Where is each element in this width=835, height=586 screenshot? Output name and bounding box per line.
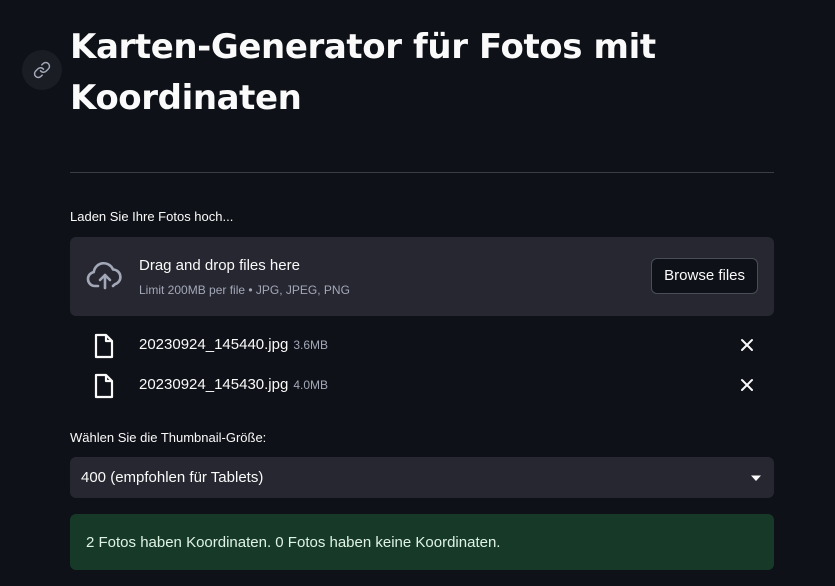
status-message: 2 Fotos haben Koordinaten. 0 Fotos haben… (86, 534, 501, 551)
close-icon (741, 379, 753, 391)
select-value: 400 (empfohlen für Tablets) (81, 469, 264, 486)
remove-file-button[interactable] (738, 336, 756, 354)
browse-files-button[interactable]: Browse files (651, 258, 758, 294)
thumbnail-size-select[interactable]: 400 (empfohlen für Tablets) (70, 457, 774, 498)
uploader-label: Laden Sie Ihre Fotos hoch... (70, 209, 234, 224)
page-title: Karten-Generator für Fotos mit Koordinat… (70, 27, 656, 118)
chevron-down-icon (751, 475, 761, 481)
uploaded-file-row: 20230924_145430.jpg 4.0MB (70, 370, 774, 400)
file-name: 20230924_145440.jpg (139, 336, 289, 353)
file-icon (94, 333, 114, 359)
file-size: 3.6MB (293, 338, 329, 352)
success-alert: 2 Fotos haben Koordinaten. 0 Fotos haben… (70, 514, 774, 570)
divider (70, 172, 774, 173)
file-name-text: 20230924_145440.jpg 3.6MB (139, 336, 328, 353)
close-icon (741, 339, 753, 351)
file-icon (94, 373, 114, 399)
link-icon (33, 61, 51, 79)
file-name-text: 20230924_145430.jpg 4.0MB (139, 376, 328, 393)
uploaded-file-row: 20230924_145440.jpg 3.6MB (70, 330, 774, 360)
main-content: Karten-Generator für Fotos mit Koordinat… (70, 0, 774, 570)
dropzone-limit-text: Limit 200MB per file • JPG, JPEG, PNG (139, 283, 350, 297)
file-dropzone[interactable]: Drag and drop files here Limit 200MB per… (70, 237, 774, 316)
remove-file-button[interactable] (738, 376, 756, 394)
link-anchor-button[interactable] (22, 50, 62, 90)
dropzone-title: Drag and drop files here (139, 257, 300, 274)
cloud-upload-icon (86, 261, 122, 290)
file-name: 20230924_145430.jpg (139, 376, 289, 393)
thumbnail-size-label: Wählen Sie die Thumbnail-Größe: (70, 430, 267, 445)
file-size: 4.0MB (293, 378, 329, 392)
app-page: Karten-Generator für Fotos mit Koordinat… (0, 0, 835, 586)
